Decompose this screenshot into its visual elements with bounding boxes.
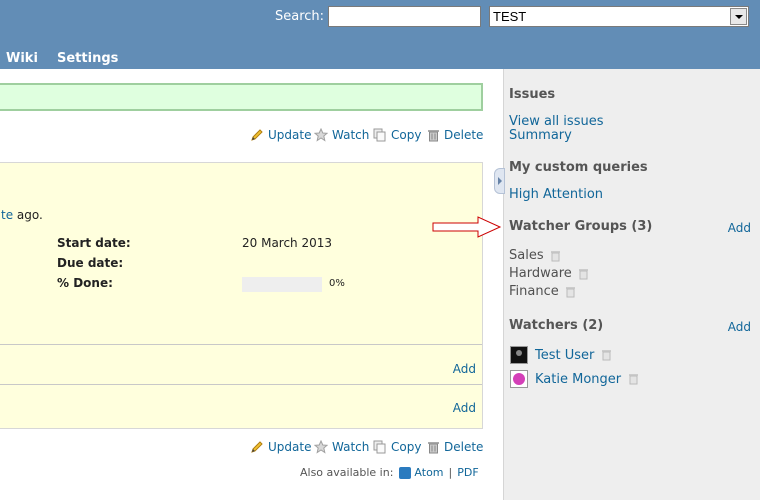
update-button[interactable]: Update [250,128,311,142]
issue-details: te ago. Start date: 20 March 2013 Due da… [0,162,483,429]
trash-icon[interactable] [550,250,561,262]
delete-label: Delete [444,128,484,142]
pencil-icon [251,441,263,453]
trash-icon[interactable] [601,349,612,361]
watcher-group-name: Finance [509,284,559,299]
star-icon [314,440,328,454]
start-date-label: Start date: [57,236,131,250]
search-label: Search: [275,9,325,24]
watcher-group-item: Finance [509,284,576,299]
top-header: Search: TEST Wiki Settings [0,0,760,69]
copy-label: Copy [391,440,422,454]
divider [0,344,482,345]
pencil-icon [251,129,263,141]
copy-icon [373,440,386,454]
done-label: % Done: [57,276,113,290]
menu-item-wiki[interactable]: Wiki [6,51,38,66]
done-progress-bar [242,277,322,292]
issues-heading: Issues [509,87,556,102]
summary-link[interactable]: Summary [509,128,572,143]
sidebar: Issues View all issues Summary My custom… [503,69,760,500]
feed-icon [399,466,412,479]
watch-label: Watch [332,128,370,142]
delete-button[interactable]: Delete [427,128,483,142]
separator: | [448,466,453,479]
done-percent: 0% [329,278,345,289]
copy-icon [373,128,386,142]
copy-button[interactable]: Copy [373,128,421,142]
avatar [510,346,528,364]
delete-button[interactable]: Delete [427,440,483,454]
star-icon [314,128,328,142]
watcher-group-name: Sales [509,248,544,263]
trash-icon [428,442,439,454]
update-label: Update [268,128,312,142]
custom-queries-heading: My custom queries [509,160,648,175]
watchers-heading: Watchers (2) [509,318,604,333]
watch-button[interactable]: Watch [314,440,369,454]
add-subtask-link[interactable]: Add [453,362,476,376]
add-watcher-group-link[interactable]: Add [728,221,751,235]
project-jump-select[interactable]: TEST [489,6,749,27]
watcher-group-item: Hardware [509,266,589,281]
also-available-label: Also available in: [300,466,394,479]
watch-label: Watch [332,440,370,454]
sidebar-toggle-handle[interactable] [494,168,505,194]
project-select-value: TEST [493,9,527,24]
updated-time-link[interactable]: te [1,208,13,222]
update-label: Update [268,440,312,454]
watch-button[interactable]: Watch [314,128,369,142]
watcher-group-item: Sales [509,248,561,263]
avatar [510,370,528,388]
issue-updated-line: te ago. [1,208,43,222]
menu-item-settings[interactable]: Settings [57,51,118,66]
ago-text: ago. [13,208,43,222]
trash-icon[interactable] [628,373,639,385]
trash-icon[interactable] [578,268,589,280]
atom-link[interactable]: Atom [414,466,443,479]
start-date-value: 20 March 2013 [242,236,333,250]
trash-icon [428,130,439,142]
pdf-link[interactable]: PDF [457,466,478,479]
watcher-groups-heading: Watcher Groups (3) [509,219,653,234]
watcher-name-link[interactable]: Katie Monger [535,372,621,387]
due-date-label: Due date: [57,256,124,270]
copy-label: Copy [391,128,422,142]
high-attention-query-link[interactable]: High Attention [509,187,603,202]
view-all-issues-link[interactable]: View all issues [509,114,603,129]
update-button[interactable]: Update [250,440,311,454]
arrow-annotation-icon [432,216,502,238]
add-relation-link[interactable]: Add [453,401,476,415]
watcher-name-link[interactable]: Test User [535,348,594,363]
delete-label: Delete [444,440,484,454]
divider [0,384,482,385]
watcher-group-name: Hardware [509,266,572,281]
export-formats: Also available in: Atom | PDF [300,466,479,479]
watcher-item: Test User [510,346,612,364]
watcher-item: Katie Monger [510,370,639,388]
chevron-down-icon[interactable] [730,8,747,25]
search-input[interactable] [328,6,481,27]
flash-notice [0,83,483,111]
add-watcher-link[interactable]: Add [728,320,751,334]
trash-icon[interactable] [565,286,576,298]
copy-button[interactable]: Copy [373,440,421,454]
